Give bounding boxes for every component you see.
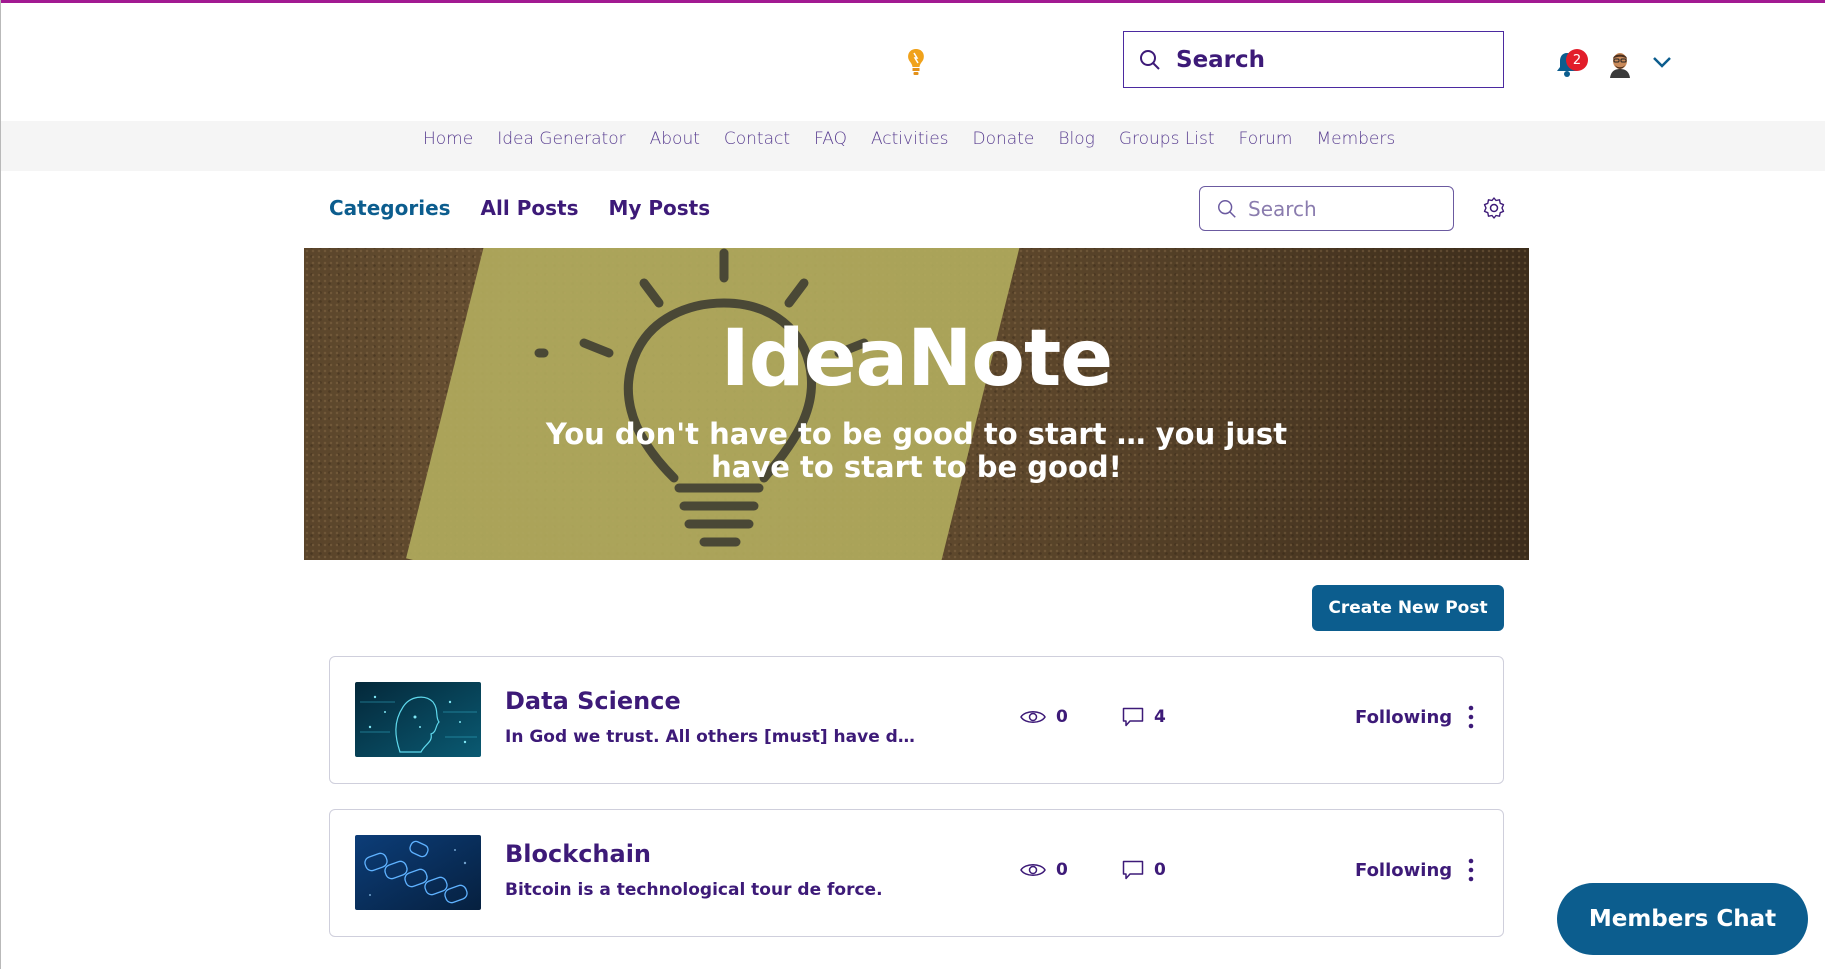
more-vertical-icon[interactable] bbox=[1468, 858, 1474, 882]
header-search-box[interactable] bbox=[1123, 31, 1504, 88]
comment-icon bbox=[1122, 707, 1144, 727]
hero-title: IdeaNote bbox=[720, 314, 1113, 404]
views-value: 0 bbox=[1056, 860, 1068, 880]
nav-blog[interactable]: Blog bbox=[1058, 127, 1094, 151]
eye-icon bbox=[1020, 711, 1046, 723]
following-button[interactable]: Following bbox=[1355, 860, 1452, 881]
nav-about[interactable]: About bbox=[650, 127, 700, 151]
search-icon bbox=[1140, 49, 1160, 70]
comments-value: 4 bbox=[1154, 707, 1166, 727]
forum-search-input[interactable] bbox=[1248, 196, 1438, 221]
forum-search-box[interactable] bbox=[1199, 186, 1454, 231]
comments-count: 0 bbox=[1122, 860, 1166, 880]
nav-groups-list[interactable]: Groups List bbox=[1119, 127, 1215, 151]
main-navigation: Home Idea Generator About Contact FAQ Ac… bbox=[423, 127, 1419, 151]
nav-forum[interactable]: Forum bbox=[1239, 127, 1293, 151]
top-accent-line bbox=[0, 0, 1825, 3]
lightbulb-icon[interactable] bbox=[904, 47, 928, 79]
following-button[interactable]: Following bbox=[1355, 707, 1452, 728]
views-value: 0 bbox=[1056, 707, 1068, 727]
category-card-blockchain[interactable]: Blockchain Bitcoin is a technological to… bbox=[329, 809, 1504, 937]
category-description: In God we trust. All others [must] have … bbox=[505, 727, 925, 747]
nav-idea-generator[interactable]: Idea Generator bbox=[497, 127, 625, 151]
create-new-post-button[interactable]: Create New Post bbox=[1312, 585, 1504, 631]
hero-banner: IdeaNote You don't have to be good to st… bbox=[304, 248, 1529, 560]
tab-categories[interactable]: Categories bbox=[329, 196, 451, 220]
eye-icon bbox=[1020, 864, 1046, 876]
nav-donate[interactable]: Donate bbox=[973, 127, 1035, 151]
hero-subtitle: You don't have to be good to start … you… bbox=[545, 417, 1288, 484]
tab-all-posts[interactable]: All Posts bbox=[481, 196, 579, 220]
comments-count: 4 bbox=[1122, 707, 1166, 727]
category-title[interactable]: Data Science bbox=[505, 687, 681, 715]
lightbulb-drawing-icon bbox=[534, 248, 869, 547]
category-card-data-science[interactable]: Data Science In God we trust. All others… bbox=[329, 656, 1504, 784]
notification-badge: 2 bbox=[1566, 49, 1588, 71]
nav-contact[interactable]: Contact bbox=[724, 127, 790, 151]
nav-activities[interactable]: Activities bbox=[871, 127, 949, 151]
category-thumbnail bbox=[355, 682, 481, 757]
nav-members[interactable]: Members bbox=[1316, 127, 1395, 151]
category-title[interactable]: Blockchain bbox=[505, 840, 651, 868]
comments-value: 0 bbox=[1154, 860, 1166, 880]
views-count: 0 bbox=[1020, 860, 1068, 880]
gear-icon[interactable] bbox=[1482, 196, 1506, 220]
nav-home[interactable]: Home bbox=[423, 127, 473, 151]
views-count: 0 bbox=[1020, 707, 1068, 727]
more-vertical-icon[interactable] bbox=[1468, 705, 1474, 729]
category-description: Bitcoin is a technological tour de force… bbox=[505, 880, 883, 900]
hero-overlay bbox=[304, 248, 1529, 560]
category-thumbnail bbox=[355, 835, 481, 910]
members-chat-button[interactable]: Members Chat bbox=[1557, 883, 1808, 955]
header-search-input[interactable] bbox=[1176, 46, 1476, 73]
search-icon bbox=[1218, 199, 1236, 218]
nav-faq[interactable]: FAQ bbox=[814, 127, 847, 151]
comment-icon bbox=[1122, 860, 1144, 880]
chevron-down-icon[interactable] bbox=[1651, 54, 1673, 70]
avatar[interactable] bbox=[1604, 48, 1636, 80]
forum-tabs: Categories All Posts My Posts bbox=[329, 196, 740, 220]
tab-my-posts[interactable]: My Posts bbox=[608, 196, 710, 220]
